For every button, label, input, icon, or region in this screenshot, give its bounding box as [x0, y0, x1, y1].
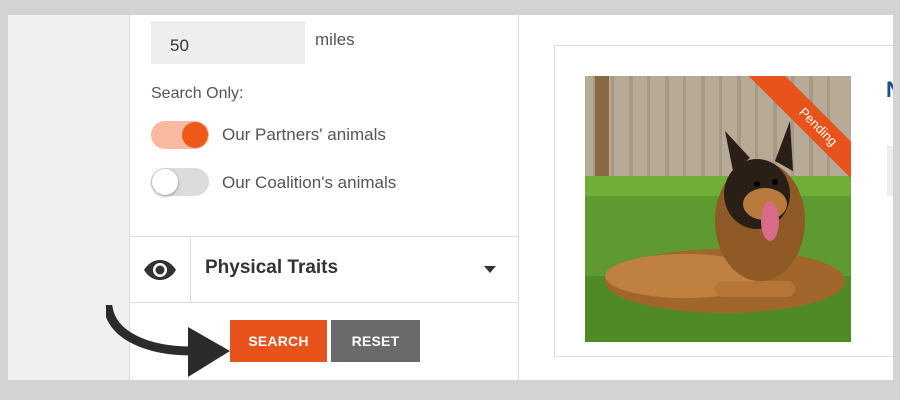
chevron-down-icon: [484, 266, 496, 273]
coalition-animals-label: Our Coalition's animals: [222, 173, 397, 192]
card-title[interactable]: N: [886, 77, 893, 103]
coalition-animals-toggle[interactable]: [151, 168, 209, 196]
distance-unit-label: miles: [315, 30, 355, 49]
physical-traits-dropdown[interactable]: Physical Traits: [130, 236, 518, 303]
toggle-knob: [152, 169, 178, 195]
animal-card[interactable]: Pending N: [554, 45, 893, 357]
search-button[interactable]: SEARCH: [230, 320, 327, 362]
physical-traits-label: Physical Traits: [205, 257, 339, 278]
pointer-arrow-icon: [103, 302, 236, 380]
partners-animals-toggle[interactable]: [151, 121, 209, 149]
eye-icon[interactable]: [130, 237, 191, 302]
partners-animals-label: Our Partners' animals: [222, 125, 386, 144]
card-detail-box: [887, 146, 893, 196]
app-frame: miles Search Only: Our Partners' animals…: [8, 15, 893, 380]
dog-photo[interactable]: Pending: [585, 76, 851, 342]
toggle-knob: [182, 122, 208, 148]
search-only-label: Search Only:: [151, 85, 244, 102]
distance-input[interactable]: [151, 21, 305, 64]
reset-button[interactable]: RESET: [331, 320, 420, 362]
